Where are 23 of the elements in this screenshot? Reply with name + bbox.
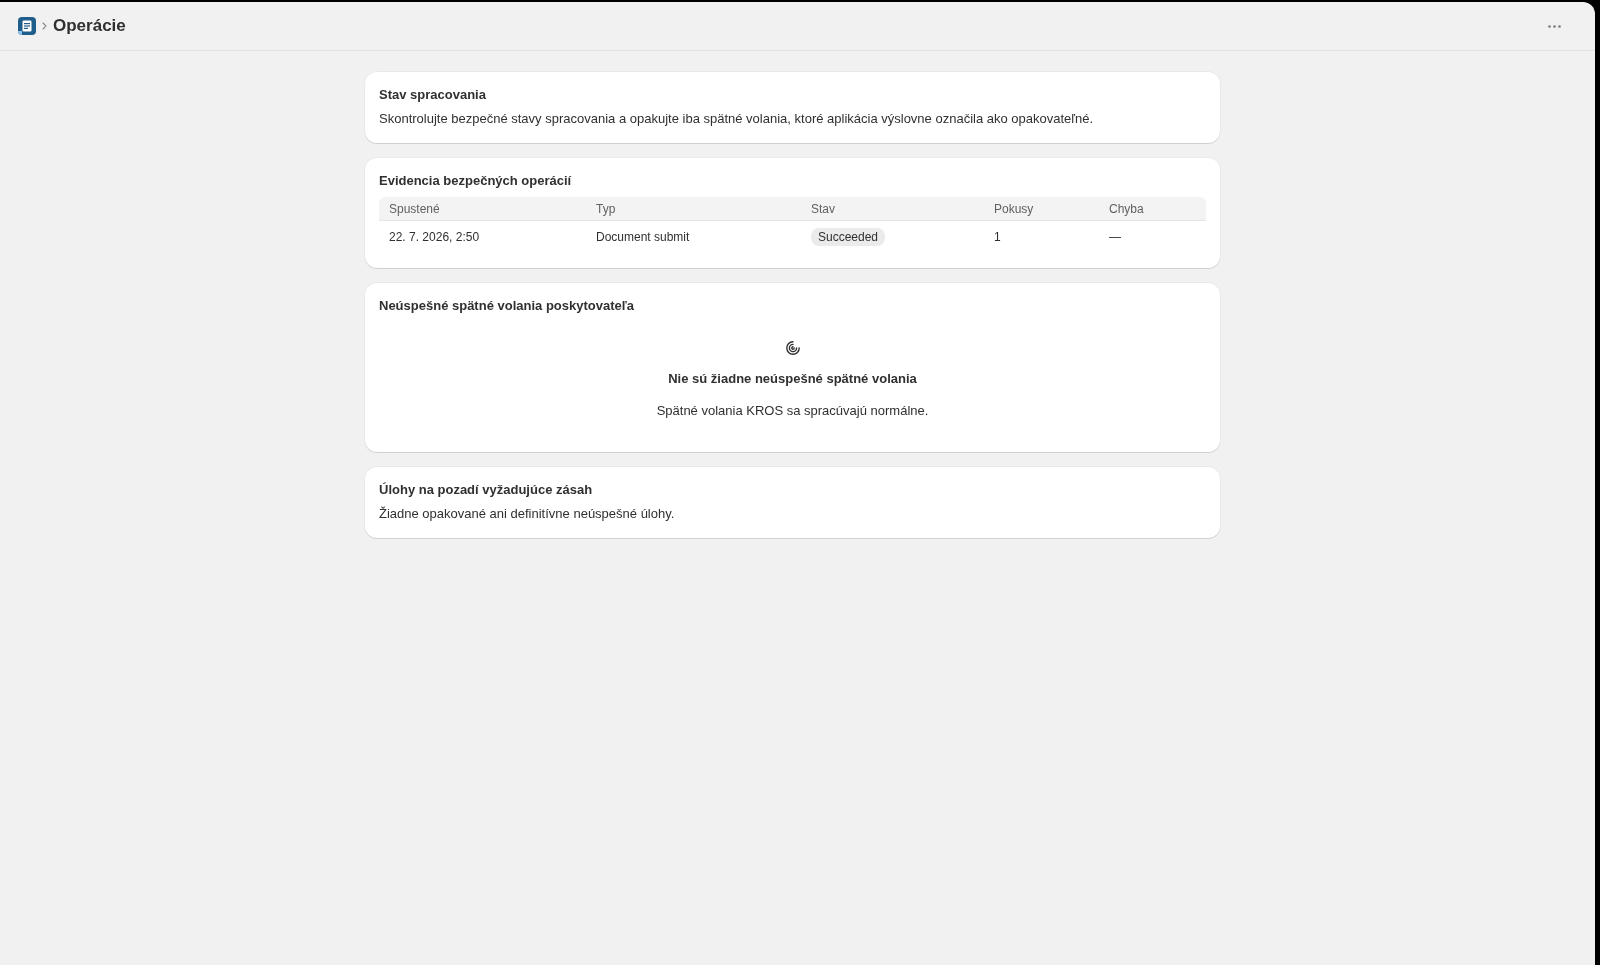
concentric-arcs-icon (785, 341, 800, 355)
column-header: Chyba (1109, 200, 1144, 217)
chevron-right-icon (42, 22, 47, 30)
card-title: Evidencia bezpečných operácií (379, 172, 573, 190)
column-header: Pokusy (994, 200, 1034, 217)
status-badge: Succeeded (811, 228, 886, 246)
empty-state-title: Nie sú žiadne neúspešné spätné volania (668, 370, 917, 388)
more-icon (1548, 24, 1561, 28)
table-cell: — (1109, 229, 1121, 245)
card-description: Skontrolujte bezpečné stavy spracovania a opakujte iba spätné volania, ktoré aplikácia výslovne označila ako opakovateľné. (379, 110, 1095, 128)
card-title: Neúspešné spätné volania poskytovateľa (379, 297, 635, 315)
page-title: Operácie (53, 15, 126, 37)
column-header: Typ (596, 200, 616, 217)
card-title: Stav spracovania (379, 86, 487, 104)
column-header: Spustené (389, 200, 440, 217)
card-description: Žiadne opakované ani definitívne neúspešné úlohy. (379, 505, 676, 523)
card-title: Úlohy na pozadí vyžadujúce zásah (379, 481, 594, 499)
column-header: Stav (811, 200, 835, 217)
table-cell: 1 (994, 229, 1001, 245)
table-cell: 22. 7. 2026, 2:50 (389, 229, 480, 245)
table-cell: Document submit (596, 229, 690, 245)
empty-state-description: Spätné volania KROS sa spracúvajú normálne. (656, 402, 929, 420)
document-app-icon[interactable] (18, 17, 36, 35)
